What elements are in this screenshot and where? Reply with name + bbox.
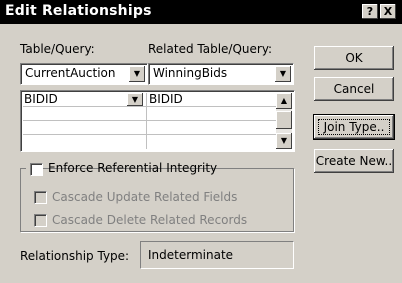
grid-column-divider (146, 93, 147, 149)
ok-button-label: OK (345, 51, 363, 65)
relationship-type-value: Indeterminate (148, 248, 234, 262)
cascade-update-label: Cascade Update Related Fields (52, 190, 238, 204)
enforce-ri-label: Enforce Referential Integrity (48, 161, 218, 175)
table-query-select[interactable]: CurrentAuction ▼ (20, 63, 148, 85)
create-new-button[interactable]: Create New.. (314, 149, 394, 173)
grid-cell-left[interactable]: BIDID (24, 92, 58, 106)
related-table-query-value: WinningBids (153, 66, 228, 80)
chevron-down-icon[interactable]: ▼ (127, 93, 143, 106)
grid-row-divider (23, 120, 276, 121)
grid-cell-right[interactable]: BIDID (149, 92, 183, 106)
edit-relationships-dialog: Edit Relationships ? X Table/Query: Rela… (0, 0, 402, 283)
ok-button[interactable]: OK (314, 46, 394, 70)
cascade-update-checkbox[interactable] (34, 191, 47, 204)
grid-row-divider (23, 106, 276, 107)
join-type-button[interactable]: Join Type.. (313, 114, 395, 140)
enforce-ri-option[interactable]: Enforce Referential Integrity (26, 160, 217, 178)
title-bar[interactable]: Edit Relationships ? X (0, 0, 402, 24)
chevron-down-icon[interactable]: ▼ (275, 66, 291, 82)
help-button[interactable]: ? (362, 4, 378, 19)
scroll-up-icon[interactable]: ▲ (276, 93, 292, 109)
cancel-button[interactable]: Cancel (314, 77, 394, 101)
scroll-down-icon[interactable]: ▼ (276, 133, 292, 149)
cascade-delete-label: Cascade Delete Related Records (52, 213, 248, 227)
table-query-value: CurrentAuction (25, 66, 116, 80)
chevron-down-icon[interactable]: ▼ (129, 66, 145, 82)
window-title: Edit Relationships (5, 3, 152, 19)
create-new-button-label: Create New.. (315, 154, 393, 168)
grid-scrollbar[interactable]: ▲ ▼ (276, 93, 292, 149)
grid-row-divider (23, 134, 276, 135)
scroll-thumb[interactable] (276, 111, 292, 129)
relationship-type-label: Relationship Type: (20, 249, 130, 263)
related-table-query-select[interactable]: WinningBids ▼ (148, 63, 294, 85)
cascade-delete-checkbox[interactable] (34, 214, 47, 227)
close-button[interactable]: X (380, 4, 396, 19)
relationship-type-box: Indeterminate (140, 241, 294, 269)
enforce-ri-checkbox[interactable] (30, 163, 43, 176)
fields-grid[interactable]: BIDID ▼ BIDID ▲ ▼ (20, 90, 295, 152)
cancel-button-label: Cancel (333, 82, 375, 96)
table-query-label: Table/Query: (20, 42, 95, 56)
related-table-query-label: Related Table/Query: (148, 42, 273, 56)
focus-rectangle (318, 119, 390, 135)
